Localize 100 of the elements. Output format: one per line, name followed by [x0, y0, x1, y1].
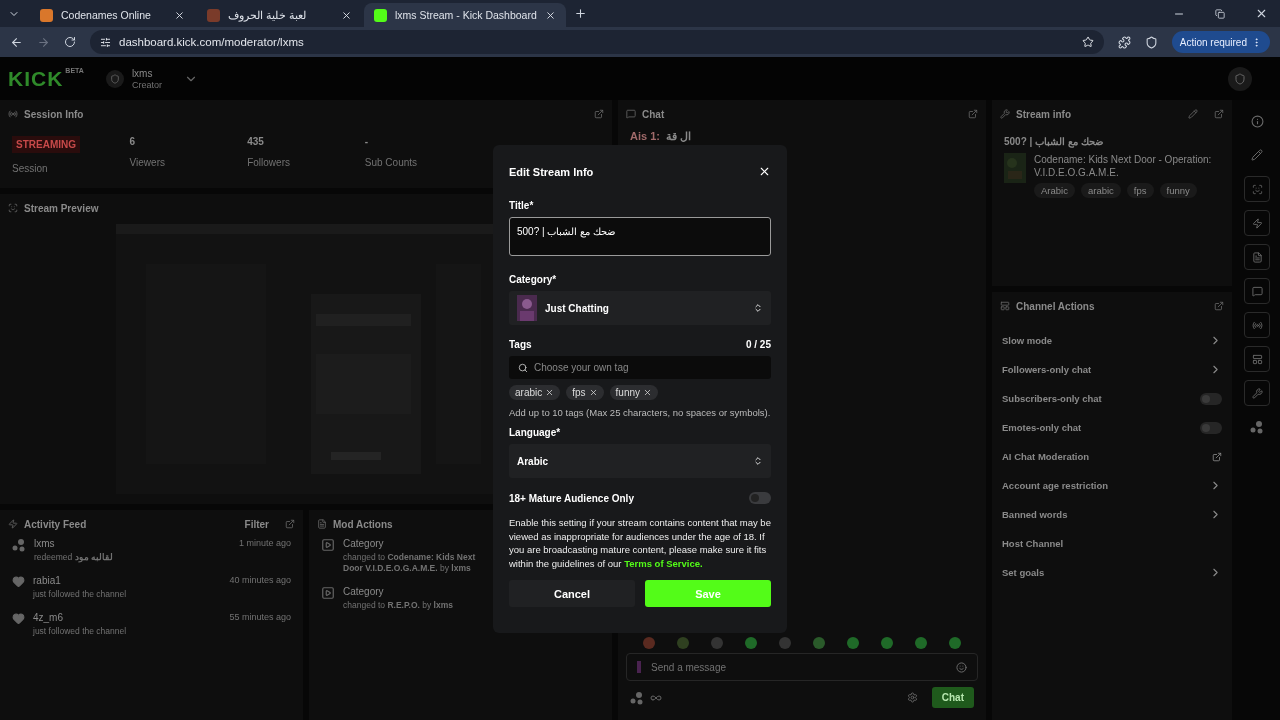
- action-required-button[interactable]: Action required: [1171, 31, 1270, 53]
- pop-out-icon[interactable]: [1214, 301, 1224, 311]
- tab-title: Codenames Online: [61, 9, 152, 21]
- channel-action[interactable]: Banned words: [1002, 509, 1209, 520]
- tag-search-field[interactable]: Choose your own tag: [509, 356, 771, 379]
- chat-send-button[interactable]: Chat: [931, 687, 974, 708]
- broadcast-icon: [1251, 319, 1263, 331]
- close-button[interactable]: [758, 165, 771, 178]
- extensions-icon[interactable]: [1117, 35, 1131, 49]
- channel-action[interactable]: Slow mode: [1002, 335, 1209, 346]
- emote-icon[interactable]: [643, 637, 655, 649]
- close-icon[interactable]: [544, 9, 556, 21]
- username: 4z_m6: [33, 612, 63, 623]
- tag-chip[interactable]: fps: [566, 385, 604, 400]
- pop-out-icon[interactable]: [285, 519, 295, 529]
- emote-icon[interactable]: [745, 637, 757, 649]
- tab-title: لعبة خلية الحروف: [228, 9, 307, 21]
- address-bar[interactable]: dashboard.kick.com/moderator/lxms: [90, 30, 1104, 54]
- tag-chip[interactable]: arabic: [509, 385, 561, 400]
- field-label: Language*: [509, 427, 561, 438]
- pop-out-icon[interactable]: [594, 109, 604, 119]
- pop-out-icon[interactable]: [968, 109, 978, 119]
- channel-action[interactable]: Host Channel: [1002, 538, 1222, 549]
- activity-time: 55 minutes ago: [229, 612, 291, 622]
- channel-action[interactable]: Set goals: [1002, 567, 1209, 578]
- preview-icon: [8, 203, 18, 213]
- emote-icon[interactable]: [949, 637, 961, 649]
- panel-toggle-button[interactable]: [1244, 312, 1270, 338]
- channel-action[interactable]: Followers-only chat: [1002, 364, 1209, 375]
- mature-toggle[interactable]: [749, 492, 771, 504]
- document-icon: [317, 519, 327, 529]
- wrench-icon: [1251, 387, 1263, 399]
- pencil-icon: [1251, 149, 1263, 161]
- layout-icon: [1000, 301, 1010, 311]
- panel-toggle-button[interactable]: [1244, 346, 1270, 372]
- heart-icon: [12, 575, 25, 588]
- back-icon[interactable]: [10, 35, 23, 49]
- mature-description: Enable this setting if your stream contains content that may be viewed as inappropriate for audiences under the age of 18. If you are broadcasting mature content, please make sure it fits within the guidelines of our Terms of Service.: [509, 516, 771, 570]
- site-settings-icon[interactable]: [100, 36, 111, 48]
- panel-toggle-button[interactable]: [1244, 278, 1270, 304]
- panel-title: Chat: [642, 108, 665, 120]
- broadcast-icon: [8, 109, 18, 119]
- shield-icon: [1234, 72, 1246, 85]
- close-icon[interactable]: [1255, 7, 1268, 20]
- remove-icon[interactable]: [545, 388, 555, 397]
- edit-icon[interactable]: [1188, 109, 1198, 119]
- emote-icon[interactable]: [881, 637, 893, 649]
- browser-tab[interactable]: لعبة خلية الحروف: [197, 3, 362, 27]
- field-label: Category*: [509, 274, 557, 285]
- channel-action[interactable]: Subscribers-only chat: [1002, 393, 1200, 404]
- cancel-button[interactable]: Cancel: [509, 580, 635, 607]
- emote-icon[interactable]: [847, 637, 859, 649]
- updown-icon: [753, 303, 763, 313]
- emoji-icon[interactable]: [956, 661, 967, 673]
- toggle-switch[interactable]: [1200, 421, 1222, 434]
- new-tab-icon[interactable]: [573, 7, 587, 20]
- stat-value: -: [364, 136, 369, 147]
- field-label: Title*: [509, 200, 534, 211]
- forward-icon[interactable]: [37, 35, 50, 49]
- document-icon: [1251, 251, 1263, 263]
- heart-icon: [12, 612, 25, 625]
- profile-avatar[interactable]: [1228, 66, 1252, 91]
- filter-button[interactable]: Filter: [244, 518, 269, 530]
- title-field[interactable]: 500? | ضحك مع الشباب: [509, 217, 771, 256]
- channel-name: lxms: [131, 67, 154, 80]
- wrench-icon: [1000, 109, 1010, 119]
- reload-icon[interactable]: [64, 36, 76, 48]
- remove-icon[interactable]: [588, 388, 598, 397]
- emote-icon[interactable]: [711, 637, 723, 649]
- channel-action[interactable]: Emotes-only chat: [1002, 422, 1200, 433]
- toggle-switch[interactable]: [1200, 392, 1222, 405]
- browser-tab[interactable]: Codenames Online: [30, 3, 195, 27]
- close-icon[interactable]: [174, 9, 185, 21]
- tag-chip[interactable]: funny: [609, 385, 659, 400]
- panel-toggle-button[interactable]: [1244, 244, 1270, 270]
- panel-toggle-button[interactable]: [1244, 210, 1270, 236]
- emote-icon[interactable]: [677, 637, 689, 649]
- favicon-icon: [374, 8, 387, 22]
- channel-action[interactable]: Account age restriction: [1002, 480, 1209, 491]
- terms-link[interactable]: Terms of Service.: [624, 557, 703, 569]
- language-select[interactable]: Arabic: [509, 444, 771, 478]
- emote-icon[interactable]: [813, 637, 825, 649]
- bookmark-icon[interactable]: [1081, 36, 1094, 48]
- settings-icon[interactable]: [906, 692, 918, 703]
- message-field[interactable]: Send a message: [626, 653, 978, 681]
- pop-out-icon[interactable]: [1214, 109, 1224, 119]
- channel-action[interactable]: AI Chat Moderation: [1002, 451, 1212, 462]
- close-icon[interactable]: [341, 9, 352, 21]
- panel-title: Channel Actions: [1016, 300, 1095, 312]
- emote-icon[interactable]: [779, 637, 791, 649]
- browser-tab[interactable]: lxms Stream - Kick Dashboard: [364, 3, 566, 27]
- category-select[interactable]: Just Chatting: [509, 291, 771, 325]
- close-icon: [758, 165, 771, 178]
- tag: arabic: [1080, 183, 1121, 198]
- panel-toggle-button[interactable]: [1244, 176, 1270, 202]
- panel-toggle-button[interactable]: [1244, 380, 1270, 406]
- remove-icon[interactable]: [643, 388, 653, 397]
- restore-icon[interactable]: [1215, 8, 1225, 19]
- favicon-icon: [207, 8, 220, 22]
- emote-icon[interactable]: [915, 637, 927, 649]
